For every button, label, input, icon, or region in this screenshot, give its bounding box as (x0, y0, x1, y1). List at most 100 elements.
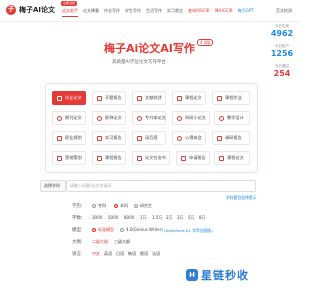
tool-label: 职业规划 (65, 135, 82, 140)
subject-help-link[interactable]: 学科题目选择提示 (226, 195, 256, 201)
nav-item-aigc-reduce[interactable]: 降AIGC率 (215, 8, 233, 14)
nav-item-aigc-check[interactable]: 查询AIGC率 (188, 8, 210, 14)
word-option[interactable]: 3万 (177, 215, 184, 221)
language-option[interactable]: 日语 (116, 251, 124, 257)
language-option[interactable]: 中文 (92, 251, 100, 257)
tool-tile-literature-review[interactable]: 文献综述 (132, 91, 166, 105)
word-option[interactable]: 8万 (199, 215, 206, 221)
tool-tile-course-report[interactable]: 课程报告 (92, 151, 126, 165)
word-option[interactable]: 2万 (166, 215, 173, 221)
tool-tile-graduation-thesis[interactable]: 毕业论文 (52, 91, 86, 105)
nav-item-paper-assistant[interactable]: 立即试用 论文助手 (61, 1, 78, 17)
nav-item-life-writing[interactable]: 生活写作 (146, 8, 162, 14)
word-option[interactable]: 3000 (92, 215, 102, 220)
tool-tile-task-book[interactable]: 论文任务书 (132, 151, 170, 165)
stat-passed: 今日通过 254 (268, 64, 296, 78)
word-option[interactable]: 1.5万 (152, 215, 162, 221)
model-option-standard[interactable]: 标准模型 (92, 227, 114, 233)
tool-label: 申请报告 (189, 155, 206, 160)
report-icon (97, 135, 102, 141)
option-label: 4.0(Genius Writer) (126, 227, 163, 232)
option-label: 本科 (120, 203, 128, 208)
tool-label: 毕业论文 (65, 95, 82, 100)
model-label: 模型: (72, 228, 83, 233)
tool-label: 读后感 (145, 135, 158, 140)
outline-option-two-level[interactable]: 二级大纲 (92, 239, 108, 245)
flask-icon (177, 115, 182, 121)
tool-tile-course-paper-2[interactable]: 课程论文 (214, 151, 250, 165)
tool-label: 职称论文 (105, 115, 122, 120)
tool-label: 教学设计 (227, 115, 244, 120)
language-option[interactable]: 俄语 (140, 251, 148, 257)
tool-tile-upgrade-paper[interactable]: 专升本论文 (132, 111, 166, 125)
tool-tile-internship-report[interactable]: 实习报告 (92, 131, 126, 145)
tool-tile-course-homework[interactable]: 课程作业 (212, 91, 250, 105)
topic-input[interactable]: 请输入标题/论文关键词 (66, 180, 256, 192)
nav-label: 论文助手 (62, 8, 78, 13)
option-label: 标准模型 (98, 227, 114, 232)
subject-select[interactable]: 选择学科 (40, 180, 66, 192)
tool-label: 文献综述 (145, 95, 162, 100)
degree-option-bachelor[interactable]: 本科 (114, 203, 128, 209)
word-option[interactable]: 1万 (140, 215, 147, 221)
tool-tile-journal-paper[interactable]: 期刊论文 (52, 111, 86, 125)
language-option[interactable]: 韩语 (128, 251, 136, 257)
logo[interactable]: 子 梅子AI论文 (6, 5, 55, 15)
logo-icon: 子 (6, 5, 16, 15)
tool-tile-application-report[interactable]: 申请报告 (176, 151, 210, 165)
language-option[interactable]: 法语 (152, 251, 160, 257)
document-icon (219, 155, 224, 161)
version-badge: 4.0版 (197, 39, 214, 46)
briefcase-icon (57, 135, 62, 141)
language-option[interactable]: 英语 (104, 251, 112, 257)
tool-tile-marketing-plan[interactable]: 营销策划 (52, 151, 86, 165)
tool-label: 营销策划 (65, 155, 82, 160)
degree-option-graduate[interactable]: 研究生 (134, 203, 152, 209)
model-option-genius[interactable]: 4.0(Genius Writer) (120, 227, 163, 232)
tool-tile-research-paper[interactable]: 科研小论文 (172, 111, 210, 125)
megaphone-icon (57, 155, 62, 161)
radio-icon (92, 204, 96, 208)
words-label: 字数: (72, 216, 83, 221)
heart-icon (177, 135, 182, 141)
graduation-cap-icon (137, 115, 142, 121)
tool-label: 专升本论文 (145, 115, 166, 120)
tool-label: 调研报告 (225, 135, 242, 140)
nav-item-gpt[interactable]: 梅子GPT (238, 8, 254, 14)
degree-option-college[interactable]: 专科 (92, 203, 106, 209)
document-icon (97, 95, 102, 101)
word-option[interactable]: 8000 (124, 215, 134, 220)
chart-icon (217, 135, 222, 141)
tool-tile-proposal[interactable]: 开题报告 (92, 91, 126, 105)
main-nav: 立即试用 论文助手 论文降重 作业写作 学生写作 生活写作 实习就业 查询AIG… (61, 0, 259, 22)
page-title: 梅子Ai论文AI写作 (104, 42, 195, 55)
report-icon (97, 155, 102, 161)
tool-tile-title-paper[interactable]: 职称论文 (92, 111, 126, 125)
tool-tile-reflection[interactable]: 心得体会 (172, 131, 206, 145)
word-option[interactable]: 5000 (108, 215, 118, 220)
outline-option-three-level[interactable]: 三级大纲 (114, 239, 130, 245)
model-note: (DeepSeek R1 学术加强版) (164, 228, 213, 233)
nav-item-paper-rewrite[interactable]: 论文降重 (83, 8, 99, 14)
tool-tile-course-paper[interactable]: 课程论文 (172, 91, 206, 105)
tool-label: 科研小论文 (185, 115, 206, 120)
nav-item-student-writing[interactable]: 学生写作 (125, 8, 141, 14)
tool-tile-survey-report[interactable]: 调研报告 (212, 131, 250, 145)
top-navigation-bar: 子 梅子AI论文 立即试用 论文助手 论文降重 作业写作 学生写作 生活写作 实… (0, 0, 300, 22)
tool-label: 课程论文 (185, 95, 202, 100)
tool-label: 论文任务书 (145, 155, 166, 160)
tool-tile-reading-notes[interactable]: 读后感 (132, 131, 166, 145)
option-label: 专科 (98, 203, 106, 208)
teacher-icon (219, 115, 224, 121)
nav-item-homework[interactable]: 作业写作 (104, 8, 120, 14)
radio-selected-icon (92, 228, 96, 232)
tool-tile-teaching-design[interactable]: 教学设计 (214, 111, 250, 125)
sample-check-link[interactable]: 范文检测 (276, 8, 292, 14)
side-stats: 今日生成 4962 今日用户 1256 今日通过 254 (268, 24, 296, 84)
nav-item-internship[interactable]: 实习就业 (167, 8, 183, 14)
document-icon (57, 95, 62, 101)
page-subtitle: 高质量AI学位论文写作平台 (112, 60, 166, 65)
word-option[interactable]: 5万 (188, 215, 195, 221)
stat-value: 4962 (270, 29, 294, 38)
tool-tile-career-plan[interactable]: 职业规划 (52, 131, 86, 145)
